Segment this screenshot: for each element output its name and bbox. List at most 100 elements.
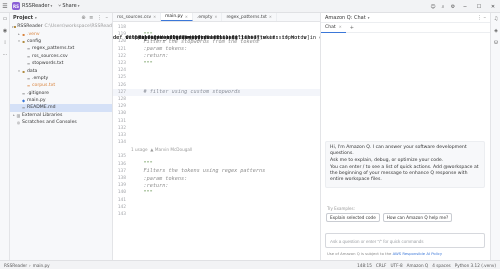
tree-item[interactable]: ▾ ▪ RSSReader C:\Users\workspace\RSSReader (10, 23, 112, 30)
project-switcher[interactable]: RS RSSReader ▾ (12, 2, 58, 10)
code-line[interactable]: 130 filtered_tokens = [w for w in filter… (113, 35, 320, 117)
close-icon[interactable]: ✕ (214, 15, 217, 19)
notifications-icon[interactable]: ♫ (491, 13, 500, 25)
editor-tab[interactable]: rss_sources.csv ✕ (113, 13, 162, 21)
code-line[interactable]: 138 :param tokens: (113, 175, 320, 182)
tree-item[interactable]: ◆ main.py (10, 97, 112, 104)
database-icon[interactable]: ⛁ (491, 37, 500, 49)
line-number: 131 (117, 118, 126, 124)
line-ending[interactable]: CRLF (376, 263, 387, 268)
code-line[interactable]: 1 usage ▲ Marvin McDougall (113, 146, 320, 153)
amazon-q-status[interactable]: Amazon Q (407, 263, 429, 268)
code-line[interactable]: 123 """ (113, 60, 320, 67)
code-line[interactable]: 135 def filter_regex_patterns(tokens): (113, 35, 320, 160)
more-icon[interactable]: ⋯ (0, 49, 10, 61)
code-line[interactable]: 133 (113, 132, 320, 139)
close-icon[interactable]: ✕ (339, 25, 342, 29)
tree-item[interactable]: ▾ ▪ data (10, 67, 112, 74)
structure-icon[interactable]: ⁞ (0, 37, 10, 49)
tree-item[interactable]: ≡ README.md (10, 104, 112, 112)
chevron-down-icon[interactable]: ▾ (35, 16, 37, 20)
more-options-icon[interactable]: ⋮ – (477, 15, 486, 21)
folder-icon[interactable]: ▭ (0, 13, 10, 25)
chat-input[interactable]: Ask a question or enter "/" for quick co… (325, 233, 485, 248)
tree-item[interactable]: ≡ stopwords.txt (10, 60, 112, 67)
commit-icon[interactable]: ◉ (0, 25, 10, 37)
close-icon[interactable]: ✕ (185, 15, 188, 19)
code-line[interactable]: 139 :return: (113, 182, 320, 189)
tree-item[interactable]: ≡ rss_sources.csv (10, 53, 112, 60)
code-line[interactable]: 143 filtered_tokens = [] (113, 35, 320, 218)
search-icon[interactable]: ⌕ (438, 4, 448, 10)
editor-tab[interactable]: regex_patterns.txt ✕ (222, 13, 277, 21)
breadcrumb-item[interactable]: RSSReader (4, 263, 27, 268)
responsible-ai-policy-link[interactable]: AWS Responsible AI Policy (393, 251, 443, 256)
chat-message-line: You can enter / to see a list of quick a… (330, 165, 479, 182)
gear-icon[interactable]: ⚙ (448, 4, 458, 10)
tree-item[interactable]: ≡ .empty (10, 75, 112, 82)
chat-welcome-message: Hi, I'm Amazon Q. I can answer your soft… (325, 141, 485, 188)
line-number: 132 (117, 125, 126, 131)
editor-tab[interactable]: .empty ✕ (193, 13, 223, 21)
line-number: 128 (117, 96, 126, 102)
close-icon[interactable]: ✕ (153, 15, 156, 19)
tree-item[interactable]: ▸ ▪ .venv (10, 30, 112, 37)
code-line[interactable]: 131 (113, 117, 320, 124)
tree-item[interactable]: ≡ .gitignore (10, 90, 112, 97)
editor-tab-label: .empty (196, 14, 213, 20)
tree-item[interactable]: ▸ ▥ External Libraries (10, 112, 112, 119)
minimize-button[interactable]: ─ (458, 4, 472, 10)
code-line[interactable]: 142 patterns = f.read().splitlines() (113, 35, 320, 211)
line-number: 127 (117, 89, 126, 95)
tree-item-label: External Libraries (22, 112, 63, 118)
code-text: :return: (131, 182, 169, 189)
close-icon[interactable]: ✕ (269, 15, 272, 19)
code-line[interactable]: 129 custom_stopwords = f.read().splitlin… (113, 35, 320, 110)
python-interpreter[interactable]: Python 3.12 (.venv) (455, 263, 496, 268)
how-can-q-help-button[interactable]: How can Amazon Q help me? (382, 213, 453, 222)
amazon-q-icon[interactable]: ◈ (491, 25, 500, 37)
code-line[interactable]: 137 Filters the tokens using regex patte… (113, 168, 320, 175)
line-number: 141 (117, 197, 126, 203)
code-area[interactable]: 118 def filter_stopwords(tokens): 119 """ 1… (113, 24, 320, 218)
close-button[interactable]: ✕ (486, 4, 500, 10)
code-line[interactable]: 136 """ (113, 161, 320, 168)
chat-quick-actions: Explain selected code How can Amazon Q h… (326, 213, 455, 222)
tree-item[interactable]: ≡ corpus.txt (10, 82, 112, 89)
panel-actions[interactable]: ⊕ ≡ ⋮ – (81, 15, 109, 21)
tree-item[interactable]: ◎ Scratches and Consoles (10, 119, 112, 126)
cursor-position[interactable]: 148:15 (357, 263, 372, 268)
code-line[interactable]: 132 return filtered_tokens (113, 35, 320, 132)
code-line[interactable]: 126 (113, 82, 320, 89)
code-line[interactable]: 121 :param tokens: (113, 46, 320, 53)
editor-tab[interactable]: main.py ✕ (161, 13, 193, 21)
indent-setting[interactable]: 4 spaces (432, 263, 450, 268)
left-tool-strip: ▭ ◉ ⁞ ⋯ (0, 13, 10, 260)
code-line[interactable]: 128 with open('config/stopwords.txt', 'r… (113, 35, 320, 103)
code-line[interactable]: 127 # filter using custom stopwords (113, 88, 320, 96)
editor: rss_sources.csv ✕ main.py ✕ .empty ✕ regex_pat… (113, 13, 320, 260)
line-number: 137 (117, 168, 126, 174)
chevron-down-icon[interactable]: ▾ (368, 16, 370, 20)
chat-tab[interactable]: Chat ✕ (321, 23, 346, 33)
chevron-right-icon: › (29, 262, 31, 268)
tree-item[interactable]: ≡ regex_patterns.txt (10, 45, 112, 52)
main-menu-icon[interactable]: ☰ (0, 3, 10, 10)
file-encoding[interactable]: UTF-8 (390, 263, 402, 268)
chat-message-line: Hi, I'm Amazon Q. I can answer your soft… (330, 145, 467, 156)
code-line[interactable]: 140 """ (113, 189, 320, 196)
code-line[interactable]: 125 filtered_tokens = [w for w in tokens… (113, 35, 320, 81)
breadcrumb-item[interactable]: main.py (33, 263, 50, 268)
code-line[interactable]: 122 :return: (113, 53, 320, 60)
code-line[interactable]: 134 (113, 139, 320, 146)
code-line[interactable]: 118 def filter_stopwords(tokens): (113, 24, 320, 41)
code-line[interactable]: 124 stopWords = set(stopwords.words('eng… (113, 35, 320, 74)
maximize-button[interactable]: ☐ (472, 4, 486, 10)
project-panel-title: Project (13, 15, 34, 21)
branch-switcher[interactable]: ⑂ Share ▾ (58, 3, 85, 9)
tree-item[interactable]: ▾ ▪ config (10, 38, 112, 45)
explain-selected-code-button[interactable]: Explain selected code (326, 213, 380, 222)
new-chat-tab-button[interactable]: + (350, 25, 354, 31)
users-icon[interactable]: ☺ (428, 4, 438, 10)
code-line[interactable]: 141 with open('config/regex_patterns.txt… (113, 35, 320, 204)
